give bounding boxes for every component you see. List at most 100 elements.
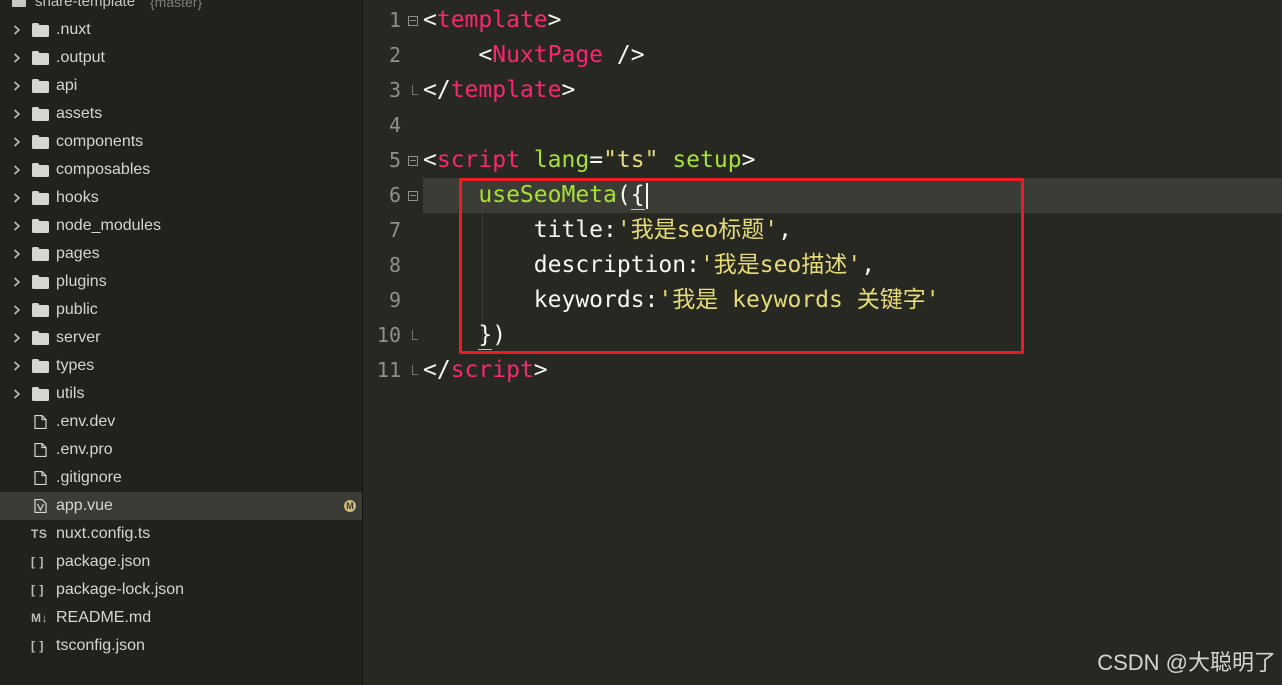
code-line[interactable]: <script lang="ts" setup>	[423, 143, 755, 178]
tree-item[interactable]: M↓ README.md	[0, 604, 362, 632]
chevron-right-icon[interactable]	[13, 109, 21, 119]
chevron-right-icon[interactable]	[13, 81, 21, 91]
vue-file-icon	[34, 499, 47, 513]
line-number: 7	[388, 218, 401, 242]
tree-item[interactable]: components	[0, 128, 362, 156]
folder-icon	[32, 359, 49, 373]
fold-end-marker	[412, 85, 418, 95]
folder-icon	[32, 79, 49, 93]
folder-icon	[32, 331, 49, 345]
fold-toggle-icon[interactable]	[408, 191, 418, 201]
folder-icon	[32, 303, 49, 317]
tree-item[interactable]: plugins	[0, 268, 362, 296]
tree-item[interactable]: utils	[0, 380, 362, 408]
chevron-right-icon[interactable]	[13, 277, 21, 287]
code-token: >	[547, 7, 562, 33]
tree-item[interactable]: app.vue M	[0, 492, 362, 520]
tree-item[interactable]: types	[0, 352, 362, 380]
line-number: 5	[388, 148, 401, 172]
fold-end-marker	[412, 330, 418, 340]
tree-item-label: plugins	[56, 273, 107, 290]
code-editor[interactable]: 1 2 3 4 5 6 7 8 9 10 11 <template> <NuxtPage /> </t…	[363, 0, 1282, 685]
tree-item[interactable]: .output	[0, 44, 362, 72]
tree-item[interactable]: pages	[0, 240, 362, 268]
chevron-right-icon[interactable]	[13, 25, 21, 35]
chevron-right-icon[interactable]	[13, 137, 21, 147]
tree-item-label: api	[56, 77, 78, 94]
folder-icon	[32, 51, 49, 65]
line-number: 2	[388, 43, 401, 67]
code-token: </	[423, 357, 451, 383]
chevron-right-icon[interactable]	[13, 389, 21, 399]
code-token: template	[436, 7, 548, 33]
chevron-right-icon[interactable]	[13, 361, 21, 371]
chevron-right-icon[interactable]	[13, 221, 21, 231]
tree-item-label: package-lock.json	[56, 581, 185, 598]
tree-item[interactable]: composables	[0, 156, 362, 184]
code-token: </	[423, 77, 451, 103]
watermark: CSDN @大聪明了	[1097, 650, 1276, 675]
chevron-right-icon[interactable]	[13, 333, 21, 343]
tree-item[interactable]: .gitignore	[0, 464, 362, 492]
code-token: >	[533, 357, 548, 383]
tree-item-label: types	[56, 357, 95, 374]
code-line[interactable]: <template>	[423, 3, 562, 38]
code-token: <	[423, 147, 437, 173]
tree-item-label: server	[56, 329, 101, 346]
tree-item-label: .nuxt	[56, 21, 91, 38]
tree-item[interactable]: .env.pro	[0, 436, 362, 464]
code-line[interactable]: </script>	[423, 353, 548, 388]
folder-icon	[32, 107, 49, 121]
line-number: 1	[388, 8, 401, 32]
folder-icon	[32, 387, 49, 401]
code-token: =	[589, 147, 604, 173]
code-token: setup	[672, 147, 742, 173]
tree-item[interactable]: node_modules	[0, 212, 362, 240]
code-token: "ts"	[603, 147, 659, 173]
tree-item-label: node_modules	[56, 217, 161, 234]
chevron-right-icon[interactable]	[13, 249, 21, 259]
tree-item[interactable]: [ ] tsconfig.json	[0, 632, 362, 660]
line-number: 10	[376, 323, 401, 347]
tree-item[interactable]: server	[0, 324, 362, 352]
tree-item[interactable]: assets	[0, 100, 362, 128]
tree-item[interactable]: TS nuxt.config.ts	[0, 520, 362, 548]
code-token: >	[741, 147, 756, 173]
folder-icon	[32, 135, 49, 149]
tree-item-label: app.vue	[56, 497, 113, 514]
chevron-right-icon[interactable]	[13, 305, 21, 315]
tree-item[interactable]: api	[0, 72, 362, 100]
tree-item[interactable]: .nuxt	[0, 16, 362, 44]
json-file-type-icon: [ ]	[31, 583, 44, 597]
branch-label: {master}	[150, 0, 203, 10]
chevron-right-icon[interactable]	[13, 193, 21, 203]
chevron-right-icon[interactable]	[13, 165, 21, 175]
project-name: share-template	[35, 0, 136, 10]
code-line[interactable]: </template>	[423, 73, 575, 108]
line-number: 3	[388, 78, 401, 102]
folder-icon	[32, 247, 49, 261]
fold-toggle-icon[interactable]	[408, 16, 418, 26]
code-line[interactable]: <NuxtPage />	[423, 38, 644, 73]
tree-item-label: pages	[56, 245, 100, 262]
project-icon	[12, 0, 26, 7]
tree-item-label: README.md	[56, 609, 152, 626]
folder-icon	[32, 219, 49, 233]
md-file-type-icon: M↓	[31, 611, 48, 625]
tree-item-label: hooks	[56, 189, 99, 206]
fold-end-marker	[412, 365, 418, 375]
chevron-right-icon[interactable]	[13, 53, 21, 63]
line-number: 11	[376, 358, 401, 382]
tree-item-label: public	[56, 301, 98, 318]
project-header[interactable]: share-template {master}	[0, 0, 362, 13]
fold-toggle-icon[interactable]	[408, 156, 418, 166]
folder-icon	[32, 275, 49, 289]
tree-item[interactable]: hooks	[0, 184, 362, 212]
tree-item[interactable]: .env.dev	[0, 408, 362, 436]
code-token: script	[450, 357, 534, 383]
tree-item[interactable]: public	[0, 296, 362, 324]
tree-item[interactable]: [ ] package.json	[0, 548, 362, 576]
tree-item-label: assets	[56, 105, 103, 122]
tree-item[interactable]: [ ] package-lock.json	[0, 576, 362, 604]
